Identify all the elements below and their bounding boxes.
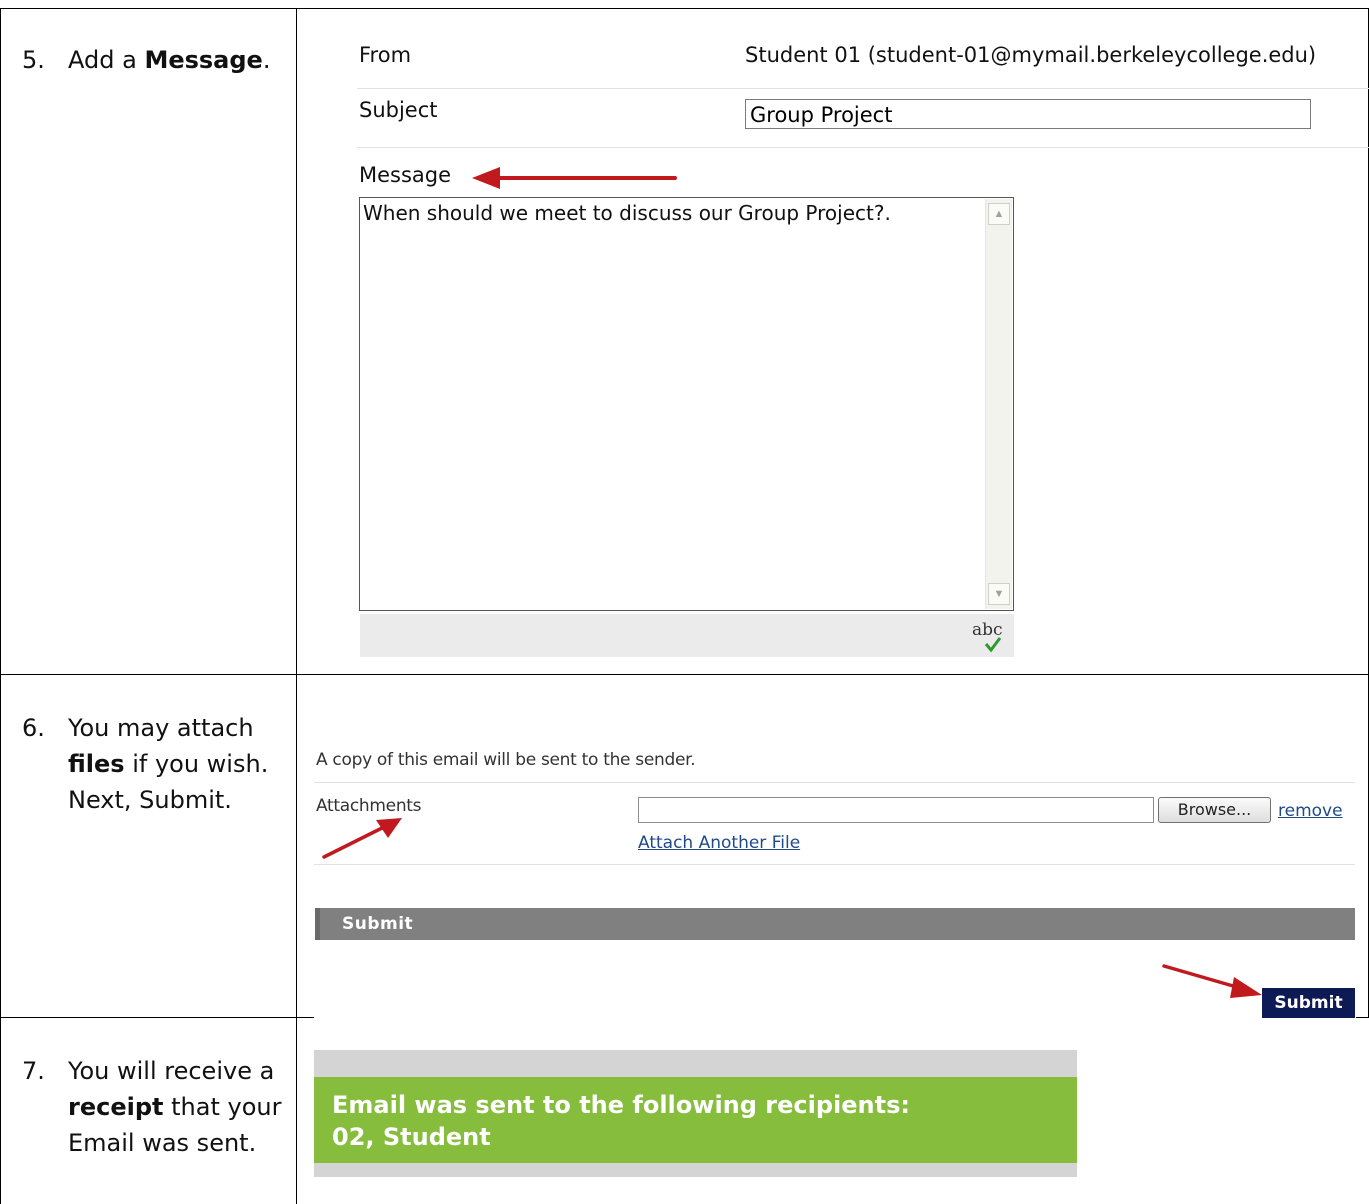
receipt-banner: Email was sent to the following recipien… <box>314 1077 1077 1163</box>
scroll-down-icon[interactable]: ▼ <box>988 583 1010 605</box>
pointer-arrow-icon <box>322 818 402 859</box>
message-label: Message <box>359 163 452 187</box>
column-divider <box>296 8 297 1204</box>
attach-another-file-link[interactable]: Attach Another File <box>638 833 800 853</box>
submit-button[interactable]: Submit <box>1262 988 1355 1018</box>
row-divider <box>0 674 1369 675</box>
scroll-up-icon[interactable]: ▲ <box>988 203 1010 225</box>
remove-link[interactable]: remove <box>1278 801 1343 821</box>
textarea-scrollbar[interactable]: ▲ ▼ <box>985 199 1012 609</box>
step-text: You may attach files if you wish. Next, … <box>68 714 269 814</box>
receipt-recipient: 02, Student <box>332 1123 491 1151</box>
form-separator <box>314 782 1355 783</box>
pointer-arrow-icon <box>472 167 677 189</box>
copy-notice: A copy of this email will be sent to the… <box>316 750 696 770</box>
spellcheck-toolbar: abc <box>360 614 1014 657</box>
step-text: Add a Message. <box>68 46 271 74</box>
subject-label: Subject <box>359 98 438 122</box>
message-textarea[interactable]: When should we meet to discuss our Group… <box>359 197 1014 611</box>
subject-input[interactable]: Group Project <box>745 99 1311 129</box>
from-value: Student 01 (student-01@mymail.berkeleyco… <box>745 43 1317 67</box>
receipt-heading: Email was sent to the following recipien… <box>332 1091 910 1119</box>
step-number: 5. <box>22 46 45 74</box>
from-label: From <box>359 43 412 67</box>
browse-button[interactable]: Browse... <box>1158 797 1271 823</box>
message-text: When should we meet to discuss our Group… <box>363 201 891 225</box>
form-separator <box>314 864 1355 865</box>
form-separator <box>357 147 1369 148</box>
table-top-border <box>0 8 1369 9</box>
step-number: 6. <box>22 714 45 742</box>
attachments-label: Attachments <box>316 796 422 816</box>
table-left-border <box>0 8 1 1204</box>
submit-section-header: Submit <box>315 908 1355 940</box>
row-divider <box>0 1017 314 1018</box>
submit-section-title: Submit <box>342 914 414 934</box>
step-text: You will receive a receipt that your Ema… <box>68 1057 282 1157</box>
pointer-arrow-icon <box>1162 964 1262 998</box>
form-separator <box>357 88 1369 89</box>
spellcheck-icon[interactable]: abc <box>971 618 1005 654</box>
step-number: 7. <box>22 1057 45 1085</box>
attachment-file-input[interactable] <box>638 797 1154 823</box>
